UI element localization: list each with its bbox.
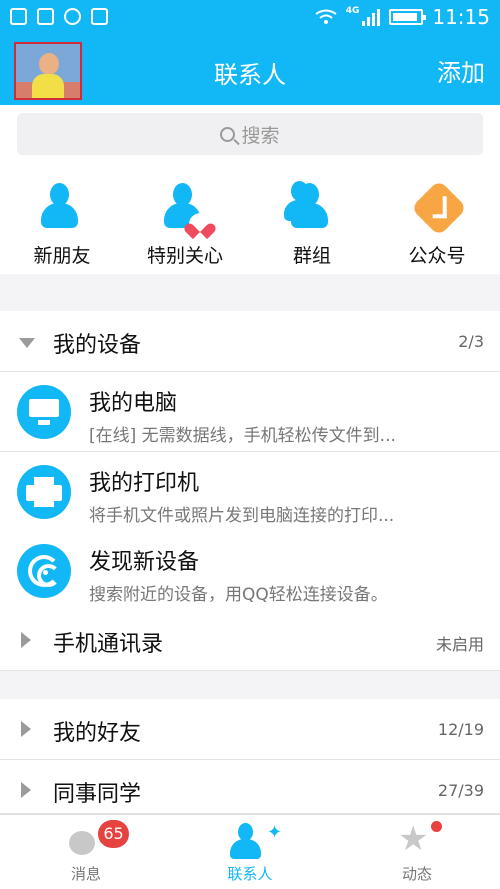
- group-count: 27/39: [437, 781, 484, 800]
- device-row-printer[interactable]: 我的打印机 将手机文件或照片发到电脑连接的打印...: [0, 452, 500, 532]
- printer-icon: [17, 465, 71, 519]
- page-title: 联系人: [214, 61, 286, 89]
- chevron-right-icon: [21, 721, 31, 737]
- tab-contacts[interactable]: ✦ 联系人: [180, 815, 320, 889]
- quick-action-label: 群组: [292, 245, 331, 267]
- group-header-colleagues[interactable]: 同事同学 27/39: [0, 760, 500, 814]
- group-title: 同事同学: [53, 782, 142, 807]
- section-divider: [0, 274, 500, 311]
- group-count: 未启用: [435, 635, 484, 654]
- group-header-friends[interactable]: 我的好友 12/19: [0, 699, 500, 760]
- heart-icon: [189, 213, 213, 235]
- contacts-icon: [228, 823, 264, 860]
- group-icon: [288, 183, 330, 230]
- sim-icon: [91, 8, 108, 25]
- tab-label: 动态: [401, 865, 432, 883]
- computer-icon: [17, 385, 71, 439]
- unread-badge: 65: [98, 820, 129, 848]
- image-icon: [10, 8, 27, 25]
- search-input[interactable]: 搜索: [17, 113, 483, 155]
- network-type-label: 4G: [345, 6, 360, 16]
- device-row-discover[interactable]: 发现新设备 搜索附近的设备，用QQ轻松连接设备。: [0, 531, 500, 611]
- quick-action-label: 公众号: [408, 245, 466, 267]
- device-title: 发现新设备: [89, 550, 200, 575]
- chevron-down-icon: [19, 338, 35, 348]
- group-title: 我的设备: [53, 333, 142, 358]
- tab-label: 联系人: [227, 865, 273, 883]
- sparkle-icon: ✦: [267, 822, 283, 843]
- group-count: 2/3: [458, 332, 484, 351]
- wifi-icon: [315, 9, 337, 25]
- new-friend-icon: [38, 183, 80, 230]
- group-header-devices[interactable]: 我的设备 2/3: [0, 311, 500, 372]
- group-header-phone-contacts[interactable]: 手机通讯录 未启用: [0, 610, 500, 671]
- signal-icon: [362, 8, 381, 26]
- tab-label: 消息: [70, 865, 101, 883]
- section-divider: [0, 671, 500, 699]
- notification-dot: [431, 821, 442, 832]
- battery-icon: [389, 9, 427, 25]
- sync-icon: [64, 8, 81, 25]
- group-title: 我的好友: [53, 721, 142, 746]
- title-bar: 联系人 添加: [0, 37, 500, 105]
- status-bar: 4G 11:15: [0, 0, 500, 37]
- search-placeholder: 搜索: [241, 124, 280, 147]
- quick-action-label: 新朋友: [33, 245, 91, 267]
- device-title: 我的打印机: [89, 471, 200, 496]
- radar-icon: [17, 544, 71, 598]
- add-contact-button[interactable]: 添加: [437, 53, 485, 88]
- official-account-icon: [410, 179, 468, 237]
- chevron-right-icon: [21, 632, 31, 648]
- device-subtitle: [在线] 无需数据线，手机轻松传文件到...: [89, 426, 396, 446]
- status-time: 11:15: [432, 5, 490, 29]
- chevron-right-icon: [21, 782, 31, 798]
- device-subtitle: 搜索附近的设备，用QQ轻松连接设备。: [89, 585, 388, 605]
- star-icon: ★: [398, 819, 429, 859]
- status-icons-right: 4G 11:15: [315, 5, 490, 29]
- tab-updates[interactable]: ★ 动态: [347, 815, 487, 889]
- device-title: 我的电脑: [89, 391, 178, 416]
- device-row-computer[interactable]: 我的电脑 [在线] 无需数据线，手机轻松传文件到...: [0, 372, 500, 452]
- quick-action-label: 特别关心: [146, 245, 223, 267]
- gallery-icon: [37, 8, 54, 25]
- group-count: 12/19: [437, 720, 484, 739]
- status-icons-left: [10, 8, 108, 25]
- device-subtitle: 将手机文件或照片发到电脑连接的打印...: [89, 506, 395, 526]
- message-icon: [69, 831, 95, 855]
- tab-messages[interactable]: 65 消息: [16, 815, 156, 889]
- bottom-tab-bar: 65 消息 ✦ 联系人 ★ 动态: [0, 814, 500, 889]
- group-title: 手机通讯录: [53, 632, 164, 657]
- contacts-top-panel: 搜索 新朋友 特别关心 群组 公众号: [0, 105, 500, 274]
- search-icon: [220, 126, 236, 142]
